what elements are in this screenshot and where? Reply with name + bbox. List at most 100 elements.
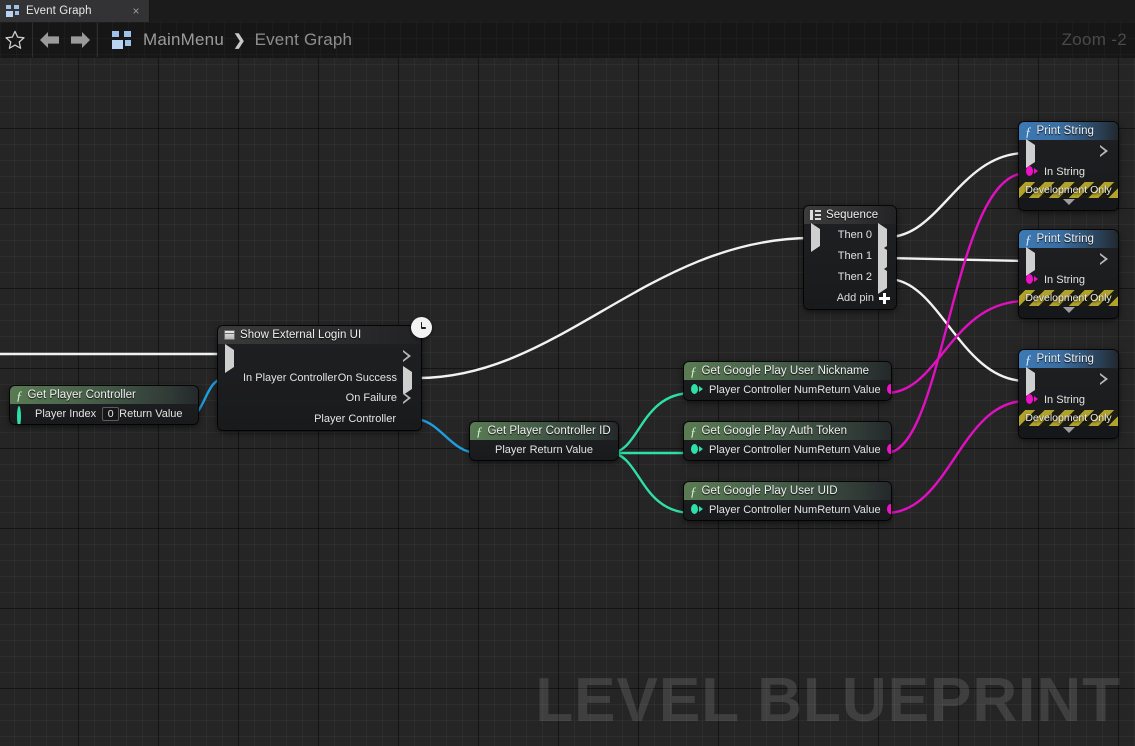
pin-then-2[interactable] xyxy=(878,264,889,294)
pin-exec-in[interactable] xyxy=(1026,139,1037,168)
node-header: Show External Login UI xyxy=(218,326,421,344)
development-only-label: Development Only xyxy=(1025,412,1112,424)
pin-label-player-controller-num: Player Controller Num xyxy=(709,504,818,516)
node-row-exec xyxy=(218,344,421,373)
node-expander-button[interactable] xyxy=(1019,306,1118,318)
pin-return-value[interactable] xyxy=(886,444,891,456)
node-row-exec xyxy=(1019,247,1118,276)
pin-return-value[interactable] xyxy=(886,384,891,396)
chevron-down-icon xyxy=(1062,307,1075,313)
pin-exec-in[interactable] xyxy=(1026,247,1037,276)
pin-return-value[interactable] xyxy=(599,444,611,456)
wire-then2-to-print3 xyxy=(887,277,1027,383)
pin-return-value[interactable] xyxy=(189,408,198,420)
latent-clock-icon xyxy=(411,317,432,338)
graph-canvas[interactable]: LEVEL BLUEPRINT ƒ Get Player Controller … xyxy=(0,58,1135,746)
node-row-player-controller-num: Player Controller Num Return Value xyxy=(684,440,891,460)
node-square-icon xyxy=(224,330,235,340)
node-sequence[interactable]: Sequence Then 0 Then 1 Then 2 Add pin xyxy=(804,206,896,309)
pin-exec-in[interactable] xyxy=(225,344,236,373)
pin-then-0[interactable] xyxy=(878,222,889,252)
pin-label-then-0: Then 0 xyxy=(837,228,872,241)
node-get-google-play-user-nickname[interactable]: ƒ Get Google Play User Nickname Player C… xyxy=(684,362,891,400)
pin-label-in-string: In String xyxy=(1044,394,1085,406)
player-index-value[interactable]: 0 xyxy=(102,407,120,421)
node-expander-button[interactable] xyxy=(1019,198,1118,210)
star-icon xyxy=(5,30,25,49)
pin-label-return-value: Return Value xyxy=(529,444,593,456)
node-expander-button[interactable] xyxy=(1019,426,1118,438)
function-f-icon: ƒ xyxy=(476,423,483,439)
node-row-player: Player Return Value xyxy=(470,440,618,460)
node-row-then0: Then 0 xyxy=(804,222,896,252)
node-print-string-1[interactable]: ƒ Print String In String Development Onl… xyxy=(1019,122,1118,210)
pin-exec-out[interactable] xyxy=(1100,253,1111,265)
node-print-string-2[interactable]: ƒ Print String In String Development Onl… xyxy=(1019,230,1118,318)
pin-player[interactable] xyxy=(477,444,489,456)
add-pin-label: Add pin xyxy=(836,292,874,304)
node-row-player-controller: Player Controller xyxy=(218,408,421,430)
node-row-player-controller-num: Player Controller Num Return Value xyxy=(684,500,891,520)
wire-playercontroller-to-id xyxy=(413,417,479,455)
breadcrumb-item-mainmenu[interactable]: MainMenu xyxy=(143,30,224,50)
pin-player-controller[interactable] xyxy=(402,413,414,425)
node-row-in-string: In String xyxy=(1019,390,1118,410)
pin-player-controller-num[interactable] xyxy=(691,444,703,456)
graph-toolbar: MainMenu ❯ Event Graph Zoom -2 xyxy=(0,22,1135,58)
node-title: Print String xyxy=(1036,125,1094,137)
node-row-on-failure: On Failure xyxy=(218,388,421,408)
pin-player-controller-num[interactable] xyxy=(691,504,703,516)
pin-exec-in[interactable] xyxy=(811,222,822,252)
pin-in-string[interactable] xyxy=(1026,166,1038,178)
close-icon[interactable]: × xyxy=(129,5,143,17)
node-get-google-play-user-uid[interactable]: ƒ Get Google Play User UID Player Contro… xyxy=(684,482,891,520)
pin-label-in-string: In String xyxy=(1044,274,1085,286)
node-get-player-controller-id[interactable]: ƒ Get Player Controller ID Player Return… xyxy=(470,422,618,460)
node-row-in-player-controller: In Player Controller On Success xyxy=(218,366,421,395)
tab-event-graph[interactable]: Event Graph × xyxy=(0,0,150,22)
back-button[interactable] xyxy=(35,22,65,58)
pin-on-failure[interactable] xyxy=(403,392,414,404)
pin-label-return-value: Return Value xyxy=(817,444,881,456)
pin-in-string[interactable] xyxy=(1026,394,1038,406)
node-get-google-play-auth-token[interactable]: ƒ Get Google Play Auth Token Player Cont… xyxy=(684,422,891,460)
pin-in-player-controller[interactable] xyxy=(225,372,237,384)
pin-then-1[interactable] xyxy=(878,243,889,273)
node-print-string-3[interactable]: ƒ Print String In String Development Onl… xyxy=(1019,350,1118,438)
node-title: Print String xyxy=(1036,353,1094,365)
toolbar-divider-2 xyxy=(97,23,98,57)
node-row-in-string: In String xyxy=(1019,270,1118,290)
node-get-player-controller[interactable]: ƒ Get Player Controller Player Index 0 R… xyxy=(10,386,198,424)
node-row-player-index: Player Index 0 Return Value xyxy=(10,404,198,424)
pin-return-value[interactable] xyxy=(886,504,891,516)
pin-exec-out[interactable] xyxy=(1100,145,1111,157)
node-header: Sequence xyxy=(804,206,896,224)
pin-in-string[interactable] xyxy=(1026,274,1038,286)
pin-label-on-success: On Success xyxy=(337,372,397,384)
pin-exec-out[interactable] xyxy=(1100,373,1111,385)
function-f-icon: ƒ xyxy=(690,423,697,439)
pin-on-success[interactable] xyxy=(403,366,414,395)
node-title: Show External Login UI xyxy=(240,329,362,341)
chevron-down-icon xyxy=(1062,199,1075,205)
node-row-exec xyxy=(1019,139,1118,168)
pin-exec-out[interactable] xyxy=(403,350,414,362)
breadcrumb: MainMenu ❯ Event Graph xyxy=(112,30,352,50)
wire-id-to-nickname xyxy=(609,391,693,455)
node-header: ƒ Get Google Play Auth Token xyxy=(684,422,891,440)
function-f-icon: ƒ xyxy=(1025,123,1032,139)
pin-player-controller-num[interactable] xyxy=(691,384,703,396)
forward-button[interactable] xyxy=(65,22,95,58)
pin-label-then-1: Then 1 xyxy=(837,249,872,262)
development-only-label: Development Only xyxy=(1025,292,1112,304)
pin-exec-in[interactable] xyxy=(1026,367,1037,396)
pin-player-index[interactable] xyxy=(17,406,29,424)
favorite-button[interactable] xyxy=(0,22,30,58)
node-row-then2: Then 2 xyxy=(804,264,896,294)
node-show-external-login-ui[interactable]: Show External Login UI In Player Control… xyxy=(218,326,421,430)
development-only-band: Development Only xyxy=(1019,410,1118,426)
wire-authtoken-to-print1 xyxy=(885,171,1027,455)
breadcrumb-item-event-graph[interactable]: Event Graph xyxy=(255,30,353,50)
wire-uid-to-print3 xyxy=(885,399,1027,515)
node-row-then1: Then 1 xyxy=(804,243,896,273)
